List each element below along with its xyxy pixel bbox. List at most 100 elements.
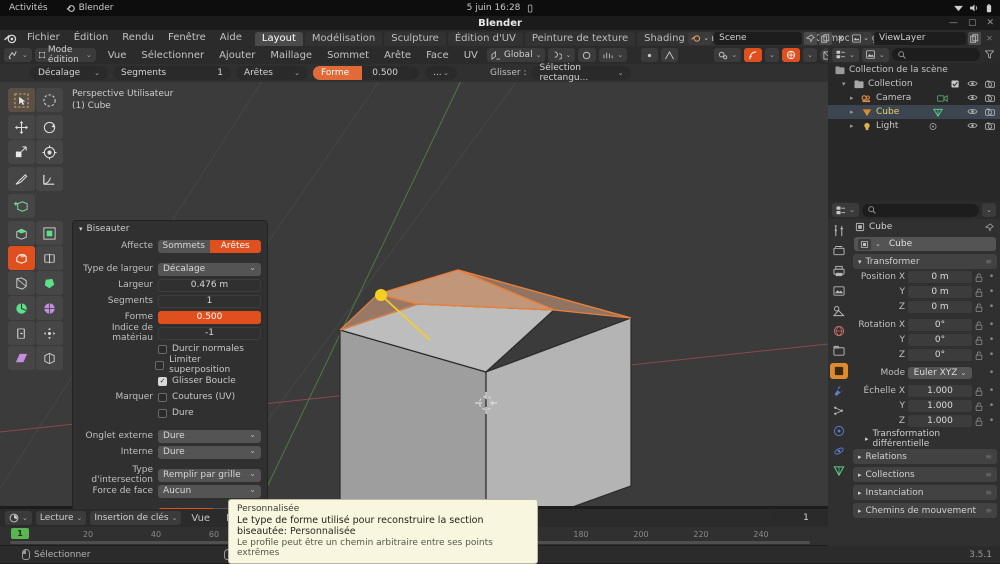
width-value-field[interactable]: 0.476 m bbox=[158, 278, 261, 292]
outliner-editor-type-button[interactable]: ⌄ bbox=[832, 47, 859, 62]
outliner-filter-icon[interactable] bbox=[983, 48, 996, 61]
checkbox-coutures-uv[interactable]: Coutures (UV) bbox=[158, 392, 235, 402]
properties-tab-physics[interactable] bbox=[830, 423, 848, 439]
animate-property-icon[interactable]: • bbox=[987, 350, 996, 360]
checkbox-dure[interactable]: Dure bbox=[158, 408, 194, 418]
tool-extrude-region-button[interactable] bbox=[8, 221, 35, 245]
timeline-playhead[interactable]: 1 bbox=[11, 528, 29, 539]
tool-move-button[interactable] bbox=[8, 115, 35, 139]
workspace-tab-uv-editing[interactable]: Édition d'UV bbox=[447, 32, 523, 46]
tool-shrink-fatten-button[interactable] bbox=[36, 321, 63, 345]
camera-data-icon[interactable] bbox=[937, 93, 948, 104]
outer-miter-dropdown[interactable]: Dure bbox=[158, 429, 261, 443]
affect-option-aretes[interactable]: Arêtes bbox=[209, 239, 261, 253]
viewport-menu-ajouter[interactable]: Ajouter bbox=[213, 50, 261, 61]
animate-property-icon[interactable]: • bbox=[987, 368, 996, 378]
playback-dropdown[interactable]: Lecture ⌄ bbox=[35, 511, 87, 525]
position-y-field[interactable]: 0 m bbox=[908, 286, 972, 298]
animate-property-icon[interactable]: • bbox=[987, 335, 996, 345]
new-scene-button[interactable] bbox=[819, 31, 833, 45]
properties-tab-collection[interactable] bbox=[830, 343, 848, 359]
pin-scene-icon[interactable] bbox=[804, 31, 818, 45]
properties-tab-particles[interactable] bbox=[830, 403, 848, 419]
tool-select-circle-button[interactable] bbox=[36, 88, 63, 112]
lock-icon[interactable] bbox=[975, 387, 984, 396]
checkbox-limiter-superposition[interactable]: Limiter superposition bbox=[155, 355, 261, 375]
workspace-tab-shading[interactable]: Shading bbox=[637, 32, 692, 46]
camera-render-icon[interactable] bbox=[985, 122, 995, 130]
show-gizmo-button[interactable] bbox=[781, 48, 800, 62]
gizmo-dropdown[interactable]: ⌄ bbox=[802, 48, 817, 62]
rotation-x-field[interactable]: 0° bbox=[908, 319, 972, 331]
xray-dropdown[interactable]: ⌄ bbox=[765, 48, 779, 62]
window-maximize-button[interactable]: ▢ bbox=[968, 18, 977, 28]
outliner-row-camera[interactable]: ▸ Camera bbox=[828, 91, 1000, 105]
tool-rotate-button[interactable] bbox=[36, 115, 63, 139]
viewport-menu-vue[interactable]: Vue bbox=[102, 50, 133, 61]
light-data-icon[interactable] bbox=[927, 121, 938, 132]
interaction-mode-dropdown[interactable]: Mode édition ⌄ bbox=[34, 45, 96, 65]
viewport-overlays-dropdown[interactable]: ⌄ bbox=[714, 48, 742, 62]
disclosure-triangle-icon[interactable]: ▾ bbox=[842, 80, 849, 88]
subpanel-collections[interactable]: ▸ Collections ≡ bbox=[853, 467, 997, 482]
transform-orientation-dropdown[interactable]: Global ⌄ bbox=[486, 48, 546, 62]
outliner-search-input[interactable] bbox=[891, 48, 980, 61]
outliner-row-light[interactable]: ▸ Light bbox=[828, 119, 1000, 133]
disclosure-triangle-icon[interactable]: ▸ bbox=[850, 122, 857, 130]
workspace-tab-layout[interactable]: Layout bbox=[254, 32, 303, 46]
inner-miter-dropdown[interactable]: Dure bbox=[158, 445, 261, 459]
tool-loop-cut-button[interactable] bbox=[36, 246, 63, 270]
properties-tab-viewlayer[interactable] bbox=[830, 283, 848, 299]
properties-tab-data[interactable] bbox=[830, 463, 848, 479]
mirror-options-button[interactable] bbox=[641, 48, 659, 62]
properties-filter-dropdown[interactable]: ⌄ bbox=[982, 203, 996, 217]
shape-value-slider[interactable]: 0.500 bbox=[158, 310, 261, 324]
animate-property-icon[interactable]: • bbox=[987, 272, 996, 282]
viewport-menu-sommet[interactable]: Sommet bbox=[321, 50, 375, 61]
blender-logo-icon[interactable] bbox=[0, 30, 20, 46]
rotation-z-field[interactable]: 0° bbox=[908, 349, 972, 361]
viewport-menu-uv[interactable]: UV bbox=[458, 50, 484, 61]
window-close-button[interactable]: ✕ bbox=[986, 18, 994, 28]
tool-knife-button[interactable] bbox=[8, 271, 35, 295]
operator-panel-header[interactable]: ▾ Biseauter bbox=[73, 221, 267, 237]
tool-smooth-button[interactable] bbox=[36, 296, 63, 320]
properties-tab-modifier[interactable] bbox=[830, 383, 848, 399]
properties-tab-object[interactable] bbox=[830, 363, 848, 379]
outliner-row-collection[interactable]: ▾ Collection bbox=[828, 77, 1000, 91]
tool-add-cube-button[interactable] bbox=[8, 194, 35, 218]
tool-transform-button[interactable] bbox=[36, 140, 63, 164]
viewport-menu-maillage[interactable]: Maillage bbox=[264, 50, 318, 61]
eye-icon[interactable] bbox=[967, 94, 978, 102]
menu-fenetre[interactable]: Fenêtre bbox=[161, 30, 213, 46]
workspace-tab-texture-paint[interactable]: Peinture de texture bbox=[524, 32, 636, 46]
properties-tab-tool[interactable] bbox=[830, 223, 848, 239]
snapping-toggle[interactable]: ⌄ bbox=[548, 48, 576, 62]
menu-aide[interactable]: Aide bbox=[213, 30, 249, 46]
lock-icon[interactable] bbox=[975, 288, 984, 297]
drag-mode-dropdown[interactable]: Sélection rectangu... ⌄ bbox=[531, 63, 632, 83]
object-name-field[interactable]: ⌄ Cube bbox=[854, 237, 996, 251]
workspace-tab-modelisation[interactable]: Modélisation bbox=[304, 32, 383, 46]
subpanel-instancing[interactable]: ▸ Instanciation ≡ bbox=[853, 485, 997, 500]
menu-rendu[interactable]: Rendu bbox=[115, 30, 161, 46]
editor-type-button[interactable]: ⌄ bbox=[4, 48, 32, 62]
browse-scene-button[interactable]: ⌄ bbox=[688, 31, 713, 45]
checkbox-durcir-normales[interactable]: Durcir normales bbox=[158, 344, 244, 354]
properties-editor-type-button[interactable]: ⌄ bbox=[832, 203, 859, 217]
keying-dropdown[interactable]: Insertion de clés ⌄ bbox=[90, 511, 182, 525]
tool-inset-faces-button[interactable] bbox=[36, 221, 63, 245]
animate-property-icon[interactable]: • bbox=[987, 320, 996, 330]
scale-z-field[interactable]: 1.000 bbox=[908, 415, 972, 427]
checkbox-glisser-boucle[interactable]: ✓ Glisser Boucle bbox=[158, 376, 236, 386]
viewport-menu-face[interactable]: Face bbox=[420, 50, 455, 61]
tool-shear-button[interactable] bbox=[8, 346, 35, 370]
scale-x-field[interactable]: 1.000 bbox=[908, 385, 972, 397]
face-strength-dropdown[interactable]: Aucun bbox=[158, 484, 261, 498]
new-viewlayer-button[interactable] bbox=[968, 31, 981, 45]
scale-y-field[interactable]: 1.000 bbox=[908, 400, 972, 412]
remove-viewlayer-button[interactable]: ✕ bbox=[983, 32, 996, 45]
disclosure-triangle-icon[interactable]: ▸ bbox=[850, 94, 857, 102]
proportional-editing-toggle[interactable] bbox=[578, 48, 597, 62]
tool-rip-region-button[interactable] bbox=[36, 346, 63, 370]
